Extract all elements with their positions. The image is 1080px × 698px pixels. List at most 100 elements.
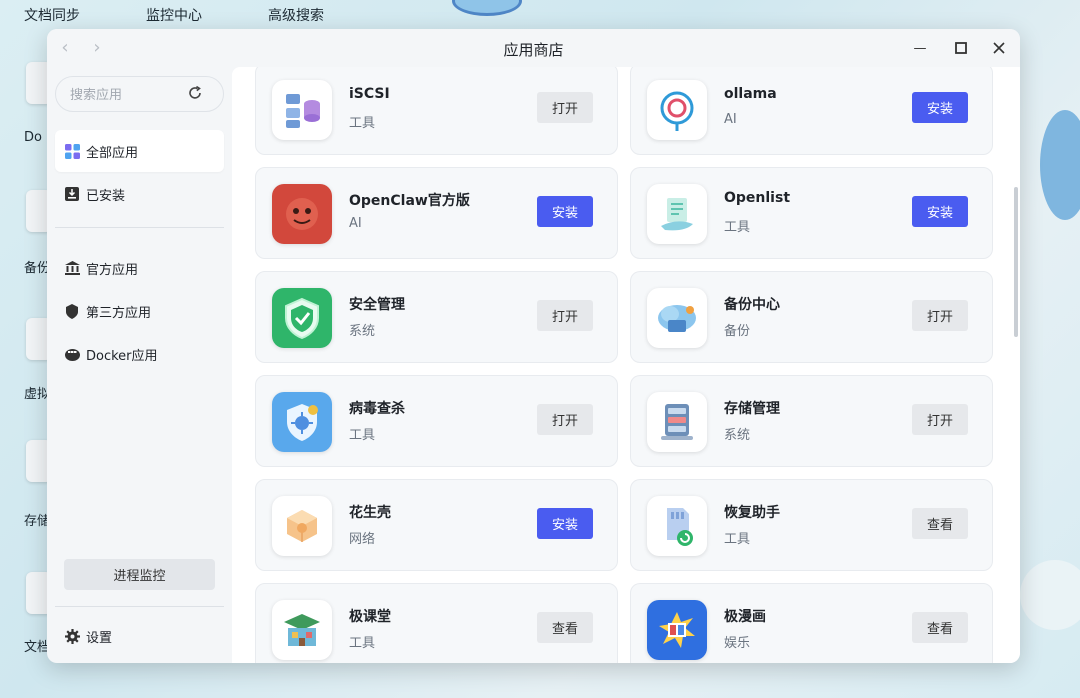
badge-icon — [64, 303, 80, 319]
app-name: Openlist — [724, 190, 791, 206]
app-grid: iSCSI 工具 打开 ollama AI 安装 OpenClaw官方版 AI … — [232, 67, 1020, 663]
storage-icon — [647, 392, 707, 452]
scrollbar-thumb[interactable] — [1014, 187, 1018, 337]
close-icon[interactable] — [988, 37, 1010, 59]
app-category: 工具 — [349, 116, 376, 131]
virus-shield-icon — [272, 392, 332, 452]
app-card[interactable]: 极课堂 工具 查看 — [255, 583, 618, 663]
app-card[interactable]: 病毒查杀 工具 打开 — [255, 375, 618, 467]
desktop-app-label: Do — [24, 130, 42, 145]
app-category: 系统 — [724, 428, 751, 443]
app-category: 网络 — [349, 532, 376, 547]
app-card[interactable]: 极漫画 娱乐 查看 — [630, 583, 993, 663]
sidebar-item-docker[interactable]: Docker应用 — [55, 333, 224, 375]
app-category: 系统 — [349, 324, 376, 339]
app-category: AI — [349, 216, 362, 231]
open-button[interactable]: 打开 — [912, 404, 968, 435]
app-category: 工具 — [349, 636, 376, 651]
sidebar: 全部应用 已安装 官方应用 第三方应用 Docker应用 — [47, 67, 232, 663]
desktop-label-search[interactable]: 高级搜索 — [268, 5, 324, 25]
app-category: 工具 — [724, 220, 751, 235]
window-title: 应用商店 — [503, 41, 564, 59]
openclaw-icon — [272, 184, 332, 244]
app-category: 工具 — [349, 428, 376, 443]
app-category: 工具 — [724, 532, 751, 547]
app-name: 病毒查杀 — [349, 401, 405, 417]
desktop-label-doc-sync[interactable]: 文档同步 — [24, 5, 80, 25]
bank-icon — [64, 260, 80, 276]
sidebar-item-label: 官方应用 — [86, 262, 139, 278]
app-name: ollama — [724, 86, 777, 102]
search-box — [55, 76, 224, 112]
iscsi-icon — [272, 80, 332, 140]
sidebar-item-all-apps[interactable]: 全部应用 — [55, 130, 224, 172]
comic-icon — [647, 600, 707, 660]
desktop-top-bar: 文档同步 监控中心 高级搜索 — [0, 0, 1080, 28]
peanut-icon — [272, 496, 332, 556]
search-input[interactable] — [70, 85, 180, 105]
app-name: 极漫画 — [724, 609, 766, 625]
app-category: AI — [724, 112, 737, 127]
app-store-window: ‹ › 应用商店 — 全部应用 已安装 — [47, 29, 1020, 663]
app-name: 安全管理 — [349, 297, 405, 313]
app-card[interactable]: Openlist 工具 安装 — [630, 167, 993, 259]
view-button[interactable]: 查看 — [912, 508, 968, 539]
desktop-decoration — [1040, 110, 1080, 220]
sidebar-item-label: 全部应用 — [86, 145, 139, 161]
docker-icon — [64, 346, 80, 362]
app-name: 恢复助手 — [724, 505, 780, 521]
app-name: 极课堂 — [349, 609, 391, 625]
sidebar-item-label: Docker应用 — [86, 348, 158, 364]
app-card[interactable]: iSCSI 工具 打开 — [255, 67, 618, 155]
sd-recover-icon — [647, 496, 707, 556]
app-category: 备份 — [724, 324, 751, 339]
app-name: 备份中心 — [724, 297, 780, 313]
install-button[interactable]: 安装 — [537, 196, 593, 227]
app-card[interactable]: 恢复助手 工具 查看 — [630, 479, 993, 571]
sidebar-divider — [55, 227, 224, 228]
gear-icon — [64, 628, 80, 644]
refresh-icon[interactable] — [187, 85, 203, 105]
sidebar-item-official[interactable]: 官方应用 — [55, 247, 224, 289]
sidebar-item-settings[interactable]: 设置 — [55, 615, 224, 657]
app-name: 存储管理 — [724, 401, 780, 417]
view-button[interactable]: 查看 — [537, 612, 593, 643]
title-bar[interactable]: ‹ › 应用商店 — — [47, 29, 1020, 67]
sidebar-item-label: 第三方应用 — [86, 305, 152, 321]
classroom-icon — [272, 600, 332, 660]
process-monitor-button[interactable]: 进程监控 — [64, 559, 215, 590]
app-card[interactable]: 存储管理 系统 打开 — [630, 375, 993, 467]
app-name: OpenClaw官方版 — [349, 193, 470, 209]
open-button[interactable]: 打开 — [537, 300, 593, 331]
sidebar-item-installed[interactable]: 已安装 — [55, 173, 224, 215]
sidebar-item-label: 已安装 — [86, 188, 126, 204]
openlist-icon — [647, 184, 707, 244]
sidebar-divider — [55, 606, 224, 607]
desktop-decoration — [1020, 560, 1080, 630]
view-button[interactable]: 查看 — [912, 612, 968, 643]
shield-icon — [272, 288, 332, 348]
app-card[interactable]: 花生壳 网络 安装 — [255, 479, 618, 571]
sidebar-item-third-party[interactable]: 第三方应用 — [55, 290, 224, 332]
download-box-icon — [64, 186, 80, 202]
maximize-icon[interactable] — [950, 37, 972, 59]
app-card[interactable]: 备份中心 备份 打开 — [630, 271, 993, 363]
ollama-icon — [647, 80, 707, 140]
backup-cloud-icon — [647, 288, 707, 348]
open-button[interactable]: 打开 — [912, 300, 968, 331]
app-card[interactable]: OpenClaw官方版 AI 安装 — [255, 167, 618, 259]
install-button[interactable]: 安装 — [912, 196, 968, 227]
minimize-icon[interactable]: — — [909, 37, 931, 59]
sidebar-item-label: 设置 — [86, 630, 113, 646]
install-button[interactable]: 安装 — [537, 508, 593, 539]
app-card[interactable]: ollama AI 安装 — [630, 67, 993, 155]
desktop-label-monitor[interactable]: 监控中心 — [146, 5, 202, 25]
app-name: iSCSI — [349, 86, 390, 102]
open-button[interactable]: 打开 — [537, 92, 593, 123]
install-button[interactable]: 安装 — [912, 92, 968, 123]
open-button[interactable]: 打开 — [537, 404, 593, 435]
app-category: 娱乐 — [724, 636, 751, 651]
app-name: 花生壳 — [349, 505, 391, 521]
grid-icon — [64, 143, 80, 159]
app-card[interactable]: 安全管理 系统 打开 — [255, 271, 618, 363]
